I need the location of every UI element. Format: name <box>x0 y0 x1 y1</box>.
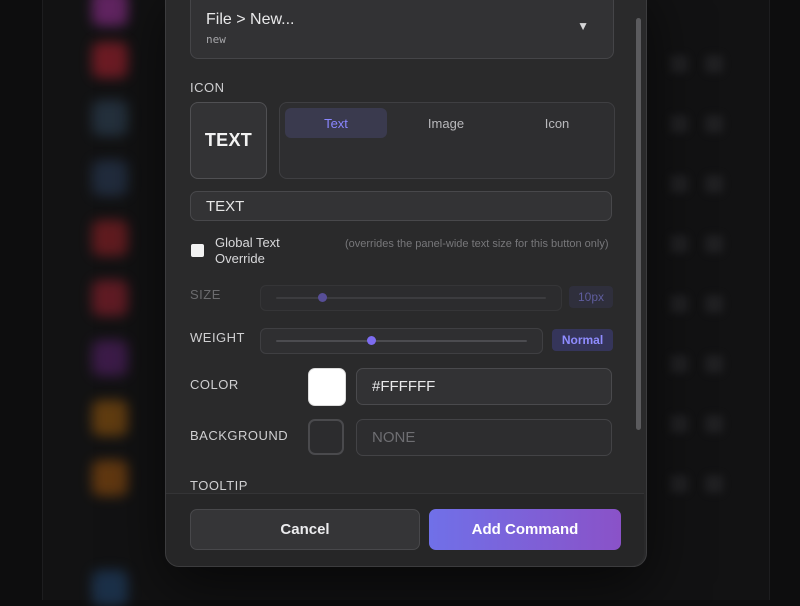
background-swatch[interactable] <box>308 419 344 455</box>
bg-action <box>670 355 688 373</box>
weight-value-badge: Normal <box>552 329 613 351</box>
bg-action <box>670 475 688 493</box>
bg-icon <box>92 280 128 316</box>
size-slider[interactable] <box>260 285 562 311</box>
bg-action <box>670 235 688 253</box>
cancel-button[interactable]: Cancel <box>190 509 420 550</box>
background-hex-input[interactable]: NONE <box>356 419 612 456</box>
tab-image[interactable]: Image <box>395 108 497 138</box>
size-label: SIZE <box>190 287 221 302</box>
weight-slider[interactable] <box>260 328 543 354</box>
bg-icon <box>92 340 128 376</box>
color-hex-input[interactable]: #FFFFFF <box>356 368 612 405</box>
add-command-button[interactable]: Add Command <box>429 509 621 550</box>
bg-action <box>705 175 723 193</box>
bg-icon <box>92 460 128 496</box>
weight-slider-thumb[interactable] <box>367 336 377 345</box>
bg-icon <box>92 220 128 256</box>
dialog-scrollbar[interactable] <box>636 18 641 430</box>
bg-action <box>670 115 688 133</box>
bg-action <box>705 355 723 373</box>
bg-action <box>670 175 688 193</box>
global-text-override-checkbox[interactable] <box>191 244 204 257</box>
tab-icon[interactable]: Icon <box>506 108 608 138</box>
bg-icon <box>92 400 128 436</box>
icon-text-input[interactable]: TEXT <box>190 191 612 221</box>
size-slider-track <box>276 297 546 299</box>
size-value-badge: 10px <box>569 286 613 308</box>
global-text-override-hint: (overrides the panel-wide text size for … <box>345 238 609 250</box>
background-app-icons <box>92 0 152 606</box>
bg-icon <box>92 100 128 136</box>
global-text-override-label: Global Text Override <box>215 235 280 266</box>
bg-action <box>670 55 688 73</box>
command-select-id: new <box>206 33 226 46</box>
background-label: BACKGROUND <box>190 428 289 443</box>
weight-label: WEIGHT <box>190 330 245 345</box>
bg-icon <box>92 570 128 606</box>
bg-action <box>705 235 723 253</box>
color-swatch[interactable] <box>308 368 346 406</box>
size-slider-thumb[interactable] <box>317 293 327 302</box>
bg-action <box>670 415 688 433</box>
bg-action <box>670 295 688 313</box>
bg-action <box>705 295 723 313</box>
chevron-down-icon: ▼ <box>577 19 589 33</box>
bg-action <box>705 415 723 433</box>
icon-type-tabs: Text Image Icon <box>279 102 615 179</box>
bg-action <box>705 115 723 133</box>
background-app-actions <box>660 0 770 600</box>
command-select-value: File > New... <box>206 11 295 28</box>
tooltip-label: TOOLTIP <box>190 478 248 493</box>
icon-section-label: ICON <box>190 80 225 95</box>
tab-text[interactable]: Text <box>285 108 387 138</box>
bg-icon <box>92 160 128 196</box>
icon-preview: TEXT <box>190 102 267 179</box>
command-select[interactable]: File > New... new ▼ <box>190 0 614 59</box>
bg-icon <box>92 42 128 78</box>
bg-action <box>705 55 723 73</box>
color-label: COLOR <box>190 377 239 392</box>
bg-action <box>705 475 723 493</box>
bg-icon <box>92 0 128 26</box>
weight-slider-track <box>276 340 527 342</box>
